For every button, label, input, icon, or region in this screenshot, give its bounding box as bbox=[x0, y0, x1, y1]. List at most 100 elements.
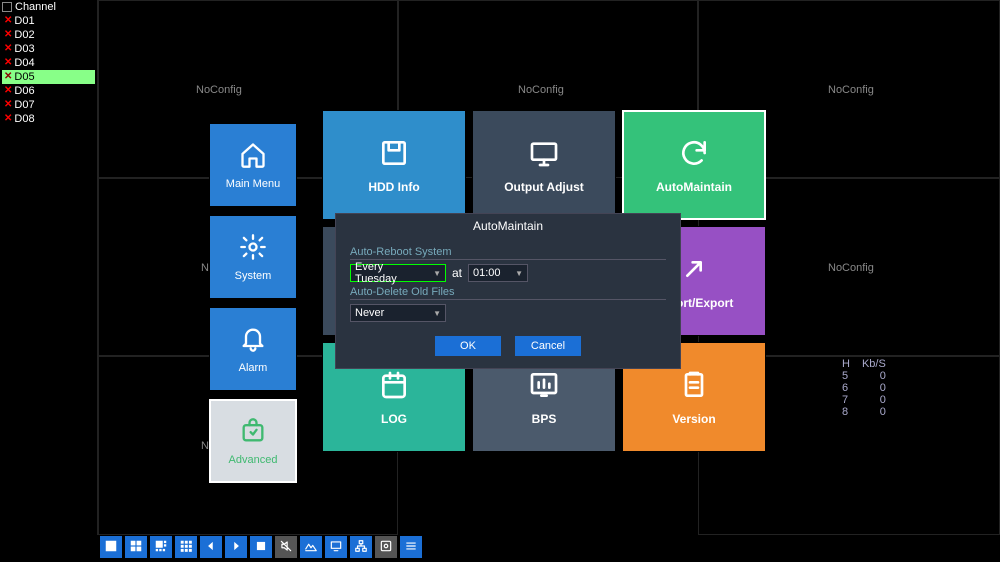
mute-icon bbox=[279, 539, 293, 556]
toolbar-menu-icon[interactable] bbox=[400, 536, 422, 558]
layout-4-icon bbox=[129, 539, 143, 556]
x-icon: ✕ bbox=[4, 14, 12, 28]
stats-kbs: 0 bbox=[862, 394, 898, 406]
stats-h: 6 bbox=[842, 382, 862, 394]
dialog-title: AutoMaintain bbox=[336, 214, 680, 238]
channel-item[interactable]: ✕D01 bbox=[2, 14, 95, 28]
x-icon: ✕ bbox=[4, 112, 12, 126]
bottom-toolbar bbox=[100, 535, 422, 559]
calendar-icon bbox=[378, 369, 410, 404]
stats-kbs: 0 bbox=[862, 370, 898, 382]
delete-files-select[interactable]: Never ▼ bbox=[350, 304, 446, 322]
x-icon: ✕ bbox=[4, 42, 12, 56]
bell-icon bbox=[239, 325, 267, 356]
channel-item[interactable]: ✕D06 bbox=[2, 84, 95, 98]
channel-label: D05 bbox=[14, 70, 34, 84]
main-tile-automaintain[interactable]: AutoMaintain bbox=[622, 110, 766, 220]
channel-header-icon bbox=[2, 2, 12, 12]
toolbar-disk-icon[interactable] bbox=[375, 536, 397, 558]
stats-header-h: H bbox=[842, 358, 862, 370]
side-tile-label: Main Menu bbox=[226, 178, 280, 190]
side-tile-main-menu[interactable]: Main Menu bbox=[209, 123, 297, 207]
channel-sidebar: Channel ✕D01✕D02✕D03✕D04✕D05✕D06✕D07✕D08 bbox=[0, 0, 98, 535]
toolbar-mute-icon[interactable] bbox=[275, 536, 297, 558]
reboot-day-select[interactable]: Every Tuesday ▼ bbox=[350, 264, 446, 282]
toolbar-layout-9-icon[interactable] bbox=[175, 536, 197, 558]
stats-h: 7 bbox=[842, 394, 862, 406]
toolbar-layout-4-icon[interactable] bbox=[125, 536, 147, 558]
channel-item[interactable]: ✕D02 bbox=[2, 28, 95, 42]
save-icon bbox=[378, 137, 410, 172]
ok-button[interactable]: OK bbox=[435, 336, 501, 356]
side-tile-advanced[interactable]: Advanced bbox=[209, 399, 297, 483]
channel-label: D07 bbox=[14, 98, 34, 112]
stats-kbs: 0 bbox=[862, 382, 898, 394]
main-tile-label: AutoMaintain bbox=[656, 180, 732, 194]
side-tile-system[interactable]: System bbox=[209, 215, 297, 299]
main-tile-label: HDD Info bbox=[368, 180, 419, 194]
main-tile-hdd-info[interactable]: HDD Info bbox=[322, 110, 466, 220]
main-tile-output-adjust[interactable]: Output Adjust bbox=[472, 110, 616, 220]
channel-item[interactable]: ✕D05 bbox=[2, 70, 95, 84]
refresh-icon bbox=[678, 137, 710, 172]
stats-h: 5 bbox=[842, 370, 862, 382]
toolbar-layout-8-icon[interactable] bbox=[150, 536, 172, 558]
channel-label: D08 bbox=[14, 112, 34, 126]
automaintain-dialog: AutoMaintain Auto-Reboot System Every Tu… bbox=[335, 213, 681, 369]
x-icon: ✕ bbox=[4, 98, 12, 112]
side-tile-alarm[interactable]: Alarm bbox=[209, 307, 297, 391]
noconfig-label: NoConfig bbox=[828, 262, 874, 274]
toolbar-next-icon[interactable] bbox=[225, 536, 247, 558]
toolbar-fullscreen-icon[interactable] bbox=[250, 536, 272, 558]
chart-icon bbox=[528, 369, 560, 404]
x-icon: ✕ bbox=[4, 84, 12, 98]
x-icon: ✕ bbox=[4, 56, 12, 70]
reboot-time-value: 01:00 bbox=[473, 267, 501, 279]
auto-reboot-label: Auto-Reboot System bbox=[350, 246, 666, 260]
toolbar-display-icon[interactable] bbox=[325, 536, 347, 558]
arrows-icon bbox=[678, 253, 710, 288]
monitor-icon bbox=[528, 137, 560, 172]
channel-header-label: Channel bbox=[15, 1, 56, 13]
noconfig-label: NoConfig bbox=[196, 84, 242, 96]
reboot-time-select[interactable]: 01:00 ▼ bbox=[468, 264, 528, 282]
channel-label: D01 bbox=[14, 14, 34, 28]
prev-icon bbox=[204, 539, 218, 556]
chevron-down-icon: ▼ bbox=[433, 309, 441, 318]
gear-icon bbox=[239, 233, 267, 264]
x-icon: ✕ bbox=[4, 70, 12, 84]
channel-header: Channel bbox=[0, 0, 97, 14]
stats-h: 8 bbox=[842, 406, 862, 418]
bitrate-stats: H Kb/S 50607080 bbox=[842, 358, 898, 418]
stats-kbs: 0 bbox=[862, 406, 898, 418]
channel-item[interactable]: ✕D08 bbox=[2, 112, 95, 126]
display-icon bbox=[329, 539, 343, 556]
layout-9-icon bbox=[179, 539, 193, 556]
next-icon bbox=[229, 539, 243, 556]
main-tile-label: Output Adjust bbox=[504, 180, 584, 194]
cancel-button[interactable]: Cancel bbox=[515, 336, 581, 356]
side-tile-label: System bbox=[235, 270, 272, 282]
toolbar-prev-icon[interactable] bbox=[200, 536, 222, 558]
chevron-down-icon: ▼ bbox=[515, 269, 523, 278]
reboot-day-value: Every Tuesday bbox=[355, 261, 425, 285]
main-tile-label: LOG bbox=[381, 412, 407, 426]
channel-item[interactable]: ✕D03 bbox=[2, 42, 95, 56]
toolbar-snapshot-icon[interactable] bbox=[300, 536, 322, 558]
toolbar-network-icon[interactable] bbox=[350, 536, 372, 558]
home-icon bbox=[239, 141, 267, 172]
x-icon: ✕ bbox=[4, 28, 12, 42]
toolbar-layout-1-icon[interactable] bbox=[100, 536, 122, 558]
delete-files-value: Never bbox=[355, 307, 384, 319]
noconfig-label: NoConfig bbox=[828, 84, 874, 96]
stats-header-kbs: Kb/S bbox=[862, 358, 898, 370]
main-tile-label: Version bbox=[672, 412, 715, 426]
bag-icon bbox=[239, 417, 267, 448]
fullscreen-icon bbox=[254, 539, 268, 556]
channel-item[interactable]: ✕D04 bbox=[2, 56, 95, 70]
main-tile-label: BPS bbox=[532, 412, 557, 426]
channel-label: D04 bbox=[14, 56, 34, 70]
chevron-down-icon: ▼ bbox=[433, 269, 441, 278]
channel-label: D02 bbox=[14, 28, 34, 42]
channel-item[interactable]: ✕D07 bbox=[2, 98, 95, 112]
